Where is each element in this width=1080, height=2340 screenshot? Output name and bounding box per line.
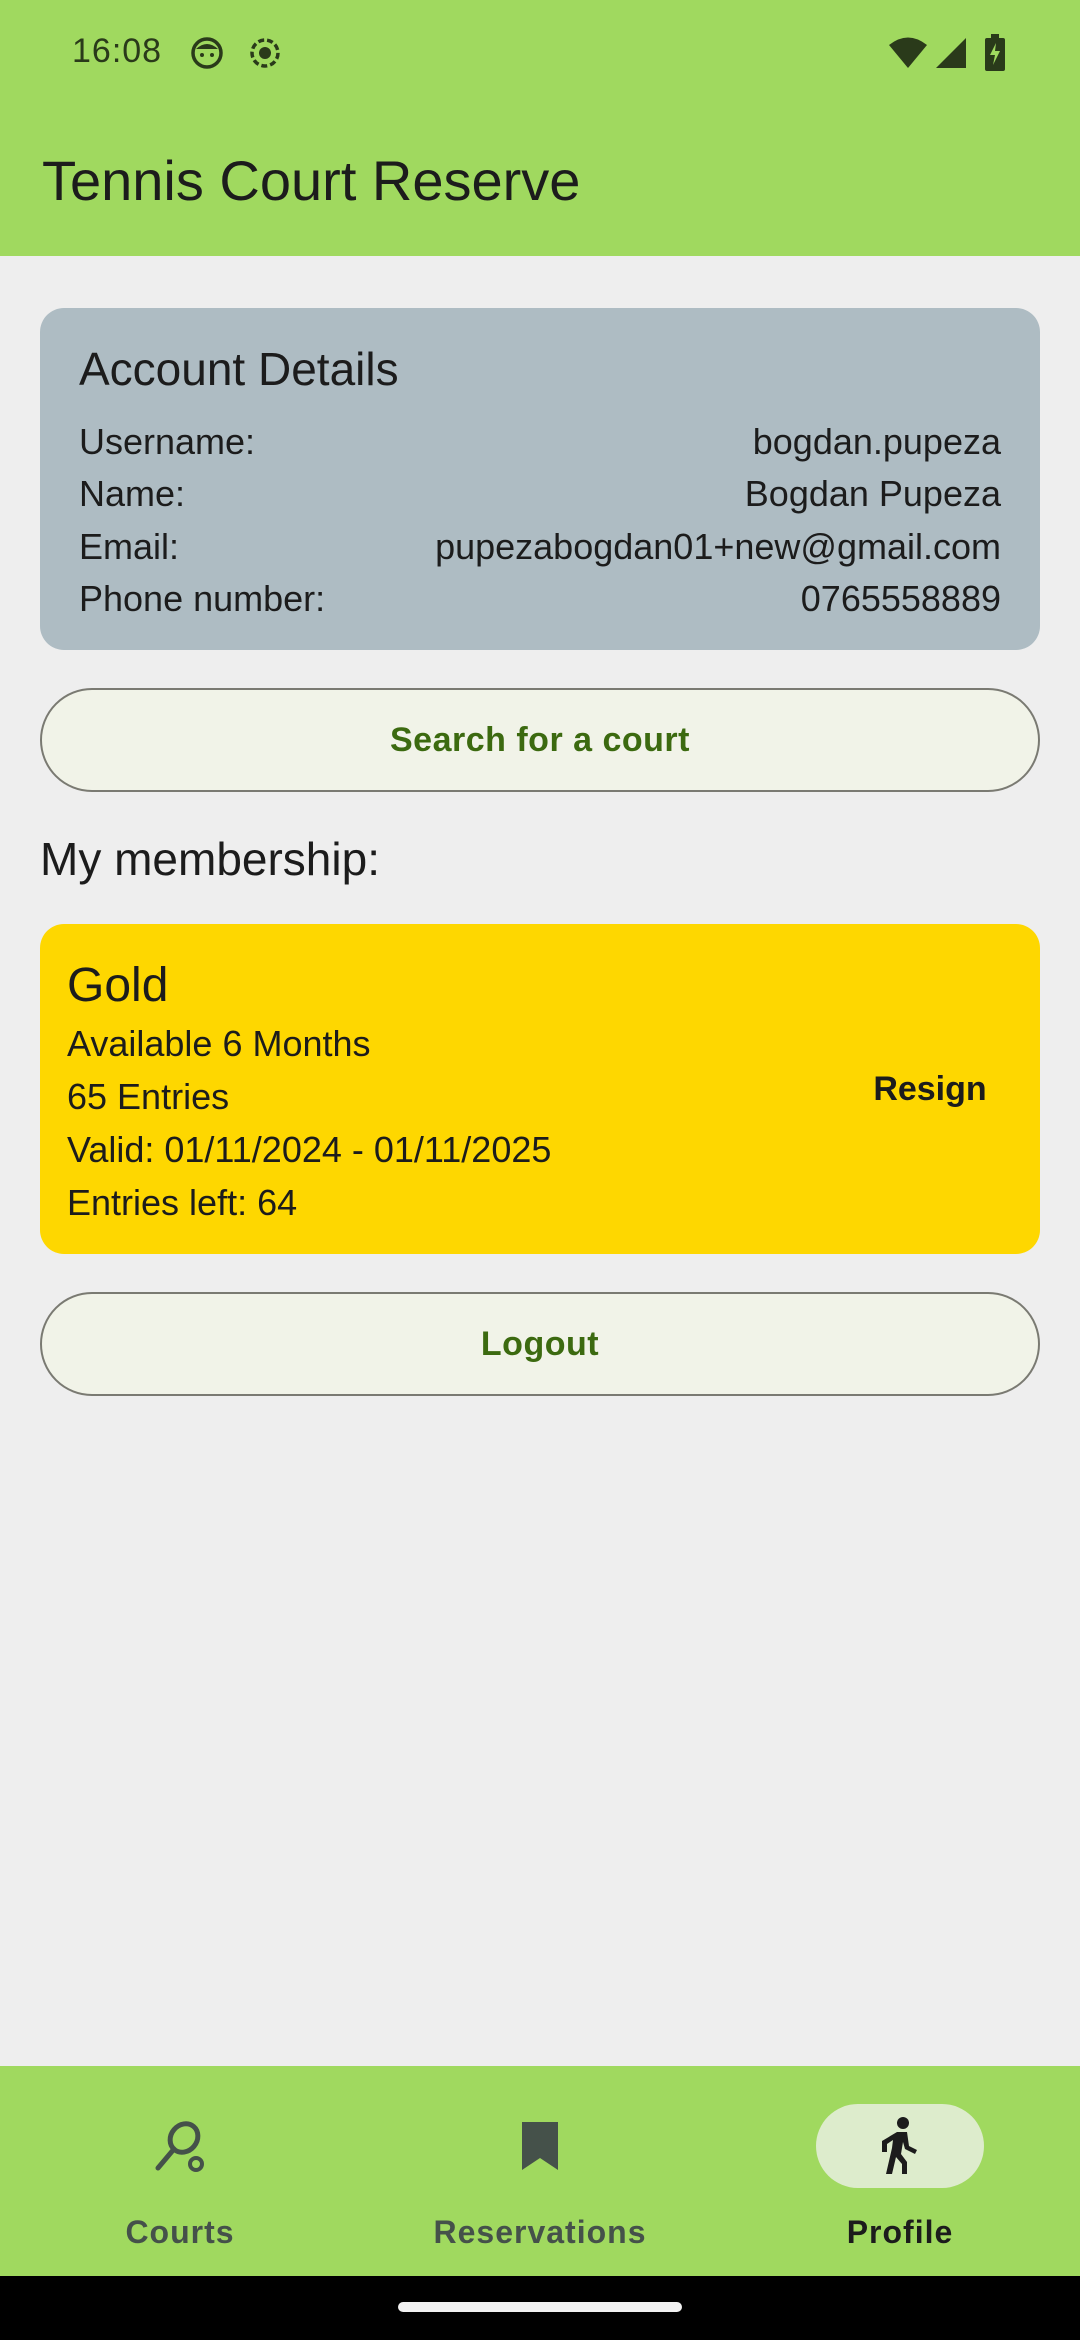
nav-label-reservations: Reservations: [433, 2214, 647, 2250]
search-court-button[interactable]: Search for a court: [40, 688, 1040, 792]
walking-person-icon: [816, 2104, 984, 2188]
membership-availability: Available 6 Months: [67, 1023, 371, 1064]
account-row-username: Username: bogdan.pupeza: [79, 419, 1001, 465]
status-bar: 16:08: [0, 0, 1080, 108]
account-row-label: Email:: [79, 526, 180, 567]
resign-button[interactable]: Resign: [860, 1054, 1000, 1124]
account-row-label: Username:: [79, 421, 256, 462]
account-row-value: pupezabogdan01+new@gmail.com: [435, 526, 1001, 567]
account-row-label: Phone number:: [79, 578, 326, 619]
racket-icon: [96, 2104, 264, 2188]
account-row-phone: Phone number: 0765558889: [79, 576, 1001, 622]
account-row-label: Name:: [79, 473, 186, 514]
membership-name: Gold: [67, 959, 169, 1012]
nav-item-reservations[interactable]: Reservations: [360, 2066, 720, 2276]
membership-valid-dates: Valid: 01/11/2024 - 01/11/2025: [67, 1129, 552, 1170]
account-row-email: Email: pupezabogdan01+new@gmail.com: [79, 524, 1001, 570]
membership-card: Gold Available 6 Months 65 Entries Valid…: [40, 924, 1040, 1254]
logout-button[interactable]: Logout: [40, 1292, 1040, 1396]
signal-icon: [934, 36, 968, 75]
account-row-value: 0765558889: [800, 578, 1001, 619]
membership-entries: 65 Entries: [67, 1076, 230, 1117]
record-icon: [248, 36, 282, 75]
account-row-value: Bogdan Pupeza: [744, 473, 1001, 514]
nav-label-profile: Profile: [846, 2214, 954, 2250]
app-bar: Tennis Court Reserve: [0, 108, 1080, 256]
gesture-handle[interactable]: [398, 2302, 682, 2312]
account-row-name: Name: Bogdan Pupeza: [79, 471, 1001, 517]
membership-section-title: My membership:: [40, 833, 380, 885]
membership-entries-left: Entries left: 64: [67, 1182, 298, 1223]
nav-item-courts[interactable]: Courts: [0, 2066, 360, 2276]
status-time: 16:08: [72, 32, 163, 70]
account-row-value: bogdan.pupeza: [752, 421, 1001, 462]
nav-label-courts: Courts: [125, 2214, 235, 2250]
battery-icon: [984, 34, 1006, 77]
account-details-card: Account Details Username: bogdan.pupeza …: [40, 308, 1040, 650]
app-title: Tennis Court Reserve: [42, 149, 581, 212]
bookmark-icon: [456, 2104, 624, 2188]
account-details-title: Account Details: [79, 343, 399, 395]
face-icon: [190, 36, 224, 75]
wifi-icon: [888, 36, 928, 75]
gesture-bar: [0, 2276, 1080, 2340]
bottom-navigation: Courts Reservations Profile: [0, 2066, 1080, 2276]
nav-item-profile[interactable]: Profile: [720, 2066, 1080, 2276]
